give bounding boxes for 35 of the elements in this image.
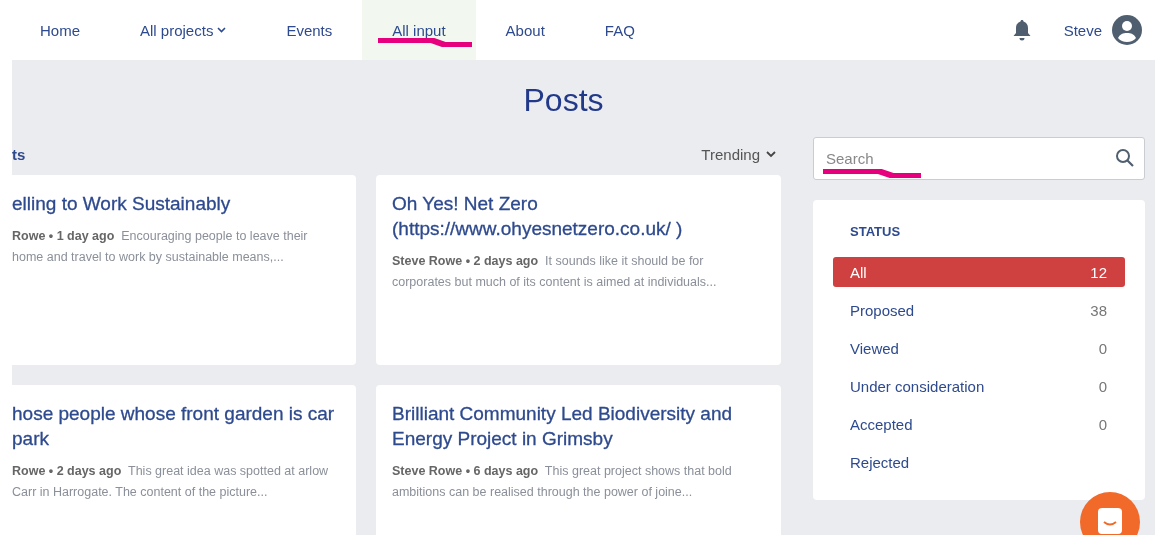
page-title: Posts xyxy=(522,82,605,119)
post-card[interactable]: Brilliant Community Led Biodiversity and Energy Project in Grimsby Steve Rowe • 6 days ago This great project shows that bold ambitions can be realised through the power of joine... xyxy=(376,385,781,535)
search-icon xyxy=(1115,148,1135,168)
post-title[interactable]: hose people whose front garden is car park xyxy=(12,401,340,451)
post-title[interactable]: Brilliant Community Led Biodiversity and Energy Project in Grimsby xyxy=(392,401,765,451)
status-filter-item[interactable]: All 12 xyxy=(833,257,1125,287)
search-field[interactable]: Search xyxy=(813,137,1145,180)
status-filter-item[interactable]: Rejected xyxy=(833,447,1125,477)
post-excerpt: Steve Rowe • 6 days ago This great project shows that bold ambitions can be realised through the power of joine... xyxy=(392,463,733,501)
post-card[interactable]: Oh Yes! Net Zero (https://www.ohyesnetzero.co.uk/ ) Steve Rowe • 2 days ago It sounds like it should be for corporates but much of its content is aimed at individuals... xyxy=(376,175,781,365)
nav-link[interactable]: Home xyxy=(10,0,110,60)
status-filter-item[interactable]: Accepted 0 xyxy=(833,409,1125,439)
bell-icon[interactable] xyxy=(1011,19,1032,41)
post-title[interactable]: elling to Work Sustainably xyxy=(12,191,340,216)
nav-link[interactable]: FAQ xyxy=(574,0,665,60)
status-filter-item[interactable]: Under consideration 0 xyxy=(833,371,1125,401)
status-filter-item[interactable]: Proposed 38 xyxy=(833,295,1125,325)
user-name[interactable]: Steve xyxy=(1063,21,1102,39)
avatar-icon[interactable] xyxy=(1112,15,1142,45)
chevron-down-icon xyxy=(766,150,776,158)
filter-heading: STATUS xyxy=(849,224,902,239)
post-excerpt: Rowe • 1 day ago Encouraging people to leave their home and travel to work by sustainable means,... xyxy=(12,228,309,266)
sort-dropdown[interactable]: Trending xyxy=(695,144,781,164)
status-filter-item[interactable]: Viewed 0 xyxy=(833,333,1125,363)
post-excerpt: Steve Rowe • 2 days ago It sounds like it should be for corporates but much of its content is aimed at individuals... xyxy=(392,253,718,291)
nav-link[interactable]: About xyxy=(475,0,575,60)
nav-link[interactable]: All projects xyxy=(110,0,257,60)
post-card[interactable]: hose people whose front garden is car park Rowe • 2 days ago This great idea was spotted at arlow Carr in Harrogate. The content of the picture... xyxy=(12,385,356,535)
post-card[interactable]: elling to Work Sustainably Rowe • 1 day ago Encouraging people to leave their home and travel to work by sustainable means,... xyxy=(12,175,356,365)
post-title[interactable]: Oh Yes! Net Zero (https://www.ohyesnetzero.co.uk/ ) xyxy=(392,191,765,241)
nav-link[interactable]: Events xyxy=(256,0,363,60)
nav-link[interactable]: All input xyxy=(362,0,476,60)
chat-icon xyxy=(1097,507,1123,535)
post-excerpt: Rowe • 2 days ago This great idea was spotted at arlow Carr in Harrogate. The content of the picture... xyxy=(12,463,330,501)
view-tab[interactable]: ts xyxy=(12,145,26,163)
